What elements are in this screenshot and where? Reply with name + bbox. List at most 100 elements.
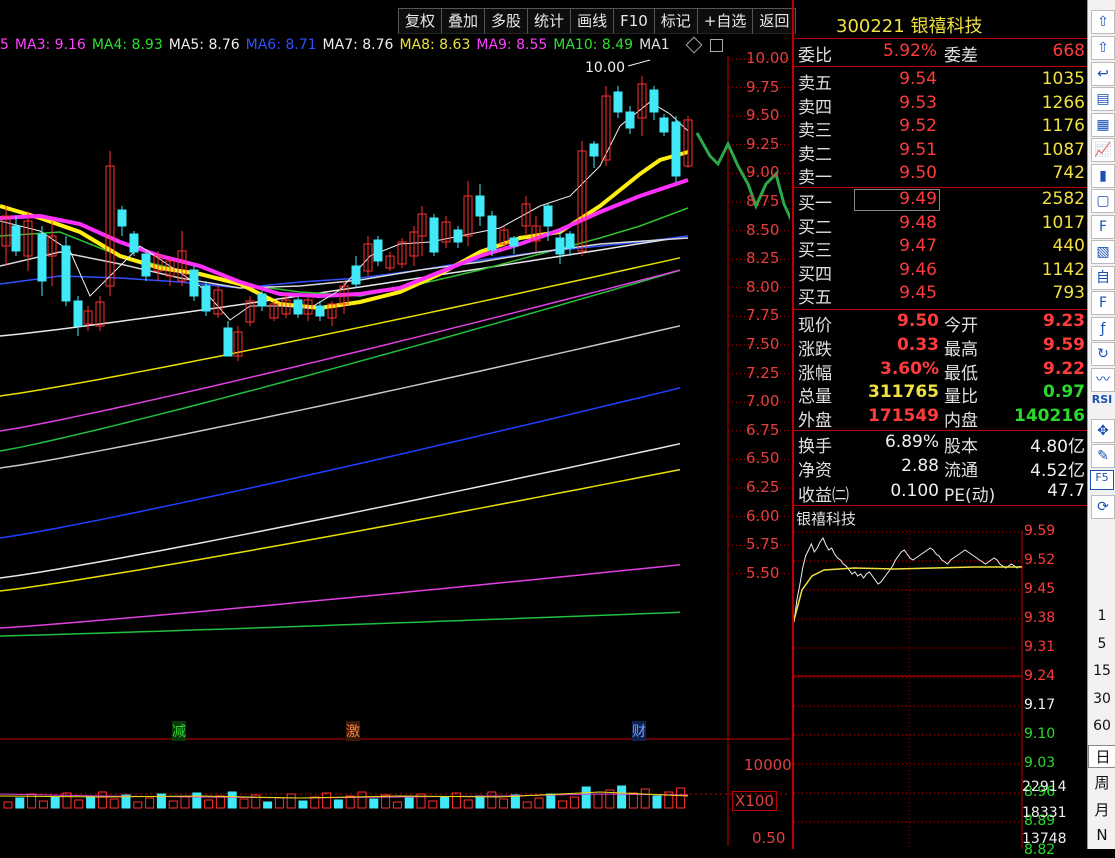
price-axis-label: 5.50 (746, 563, 780, 582)
list-icon[interactable]: ▤ (1091, 87, 1115, 111)
move-icon[interactable]: ✥ (1091, 418, 1115, 443)
ask-row-volume: 1087 (1041, 139, 1085, 160)
volume-bar (192, 792, 202, 809)
volume-bar (499, 798, 509, 809)
event-marker-incentive[interactable]: 激 (346, 721, 360, 741)
toolbar-f10-button[interactable]: F10 (613, 8, 655, 34)
event-marker-reduce[interactable]: 减 (172, 721, 186, 741)
price-axis-label: 9.00 (746, 163, 780, 182)
toolbar-stats-button[interactable]: 统计 (527, 8, 572, 34)
refresh-icon[interactable]: ↻ (1091, 342, 1115, 366)
volume-bar (451, 792, 461, 809)
ma-legend-item: MA5: 8.76 (168, 37, 240, 53)
volume-bar (593, 793, 603, 809)
candle-body (293, 299, 303, 315)
price-axis-label: 9.75 (746, 77, 780, 96)
price-axis-label: 6.00 (746, 506, 780, 525)
period-30-button[interactable]: 30 (1088, 691, 1115, 707)
up-arrow-icon[interactable]: ⇧ (1091, 10, 1115, 34)
volume-axis-unit: X100 (732, 791, 777, 811)
fundamental-label: PE(动) (944, 485, 996, 506)
toolbar-mark-button[interactable]: 标记 (653, 8, 698, 34)
view-button-2[interactable]: 月 (1088, 799, 1115, 820)
stat-value: 3.60% (880, 358, 939, 379)
f10-icon[interactable]: F (1091, 214, 1115, 239)
volume-bar (546, 793, 556, 809)
period-5-button[interactable]: 5 (1088, 636, 1115, 652)
ma-legend-item: MA4: 8.93 (91, 37, 163, 53)
price-axis-label: 6.50 (746, 449, 780, 468)
legend-toggle-icon[interactable] (685, 36, 703, 54)
stat-value: 140216 (1014, 406, 1085, 427)
intraday-volume-label: 18331 (1022, 805, 1067, 821)
wave-icon[interactable]: 〰 (1091, 367, 1115, 392)
candle-body (671, 121, 681, 177)
toolbar-fuquan-button[interactable]: 复权 (398, 8, 443, 34)
stat-value: 171549 (868, 406, 939, 427)
doc-icon[interactable]: ▧ (1091, 240, 1115, 264)
window-icon[interactable]: ▢ (1091, 189, 1115, 213)
ask-row: 卖四 9.53 1266 (794, 92, 1087, 118)
ask-row-label: 卖二 (798, 144, 832, 165)
candle-body (565, 233, 575, 249)
arrow-up-icon[interactable]: ⇧ (1091, 36, 1115, 60)
stat-label: 内盘 (944, 411, 978, 432)
ask-row-label: 卖五 (798, 74, 832, 94)
pen-icon[interactable]: ✎ (1091, 444, 1115, 468)
candle-body (659, 117, 669, 133)
stat-label: 涨跌 (798, 339, 832, 360)
bid-row-price: 9.48 (899, 212, 937, 233)
stock-code: 300221 (836, 16, 905, 37)
view-button-0[interactable]: 日 (1088, 745, 1115, 768)
line-chart-icon[interactable]: 📈 (1091, 138, 1115, 162)
toolbar-overlay-button[interactable]: 叠加 (441, 8, 486, 34)
candle-body (429, 217, 439, 253)
ask-row: 卖一 9.50 742 (794, 163, 1087, 188)
toolbar-multi-stock-button[interactable]: 多股 (484, 8, 529, 34)
main-kline-chart[interactable]: 10.00 (0, 56, 790, 846)
bid-row-price: 9.49 (899, 189, 937, 209)
self-icon[interactable]: 自 (1091, 265, 1115, 290)
volume-bar (310, 796, 320, 809)
volume-bar (617, 785, 627, 809)
price-axis-label: 8.50 (746, 220, 780, 239)
volume-bar (404, 797, 414, 809)
toolbar-draw-button[interactable]: 画线 (570, 8, 615, 34)
stat-value: 9.50 (897, 311, 939, 331)
stat-value: 0.97 (1043, 382, 1085, 403)
candle-icon[interactable]: ▮ (1091, 163, 1115, 188)
right-toolbar: ⇧ ⇧ ↩ ▤ ▦ 📈 ▮ ▢ F ▧ 自 Fƒ ↻ 〰 RSI ✥ ✎ F5 ⟳ 1 5 15 30 60 日周月 N (1087, 0, 1115, 849)
candle-body (117, 209, 127, 227)
ask-row-volume: 1035 (1041, 69, 1085, 89)
back-arrow-icon[interactable]: ↩ (1091, 61, 1115, 86)
volume-bar (74, 799, 84, 809)
toolbar-add-watchlist-button[interactable]: +自选 (696, 8, 754, 34)
volume-bar (676, 787, 686, 809)
volume-bar (392, 801, 402, 809)
toolbar-back-button[interactable]: 返回 (752, 8, 797, 34)
volume-bar (652, 795, 662, 809)
stock-name: 银禧科技 (910, 16, 983, 37)
ask-row-volume: 1266 (1041, 92, 1085, 113)
price-axis-label: 8.75 (746, 192, 780, 210)
ask-row-price: 9.53 (899, 92, 937, 113)
intraday-chart[interactable] (794, 530, 1024, 849)
volume-bar (263, 801, 273, 809)
event-marker-finance[interactable]: 财 (632, 721, 646, 741)
stat-row: 总量 311765 量比 0.97 (794, 382, 1087, 407)
period-60-button[interactable]: 60 (1088, 718, 1115, 734)
function-icon[interactable]: ƒ (1091, 316, 1115, 341)
grid-icon[interactable]: ▦ (1091, 112, 1115, 137)
sync-icon[interactable]: ⟳ (1091, 495, 1115, 519)
f5-button[interactable]: F5 (1090, 469, 1114, 490)
period-1-button[interactable]: 1 (1088, 608, 1115, 624)
view-button-3[interactable]: N (1088, 826, 1115, 844)
price-axis-label: 9.25 (746, 134, 780, 153)
bid-row-price: 9.45 (899, 283, 937, 303)
f12-icon[interactable]: F (1091, 291, 1115, 315)
view-button-1[interactable]: 周 (1088, 772, 1115, 793)
period-15-button[interactable]: 15 (1088, 663, 1115, 679)
legend-box-icon[interactable] (710, 39, 723, 52)
intraday-price-label: 9.59 (1024, 523, 1056, 539)
rsi-button[interactable]: RSI (1088, 393, 1115, 406)
